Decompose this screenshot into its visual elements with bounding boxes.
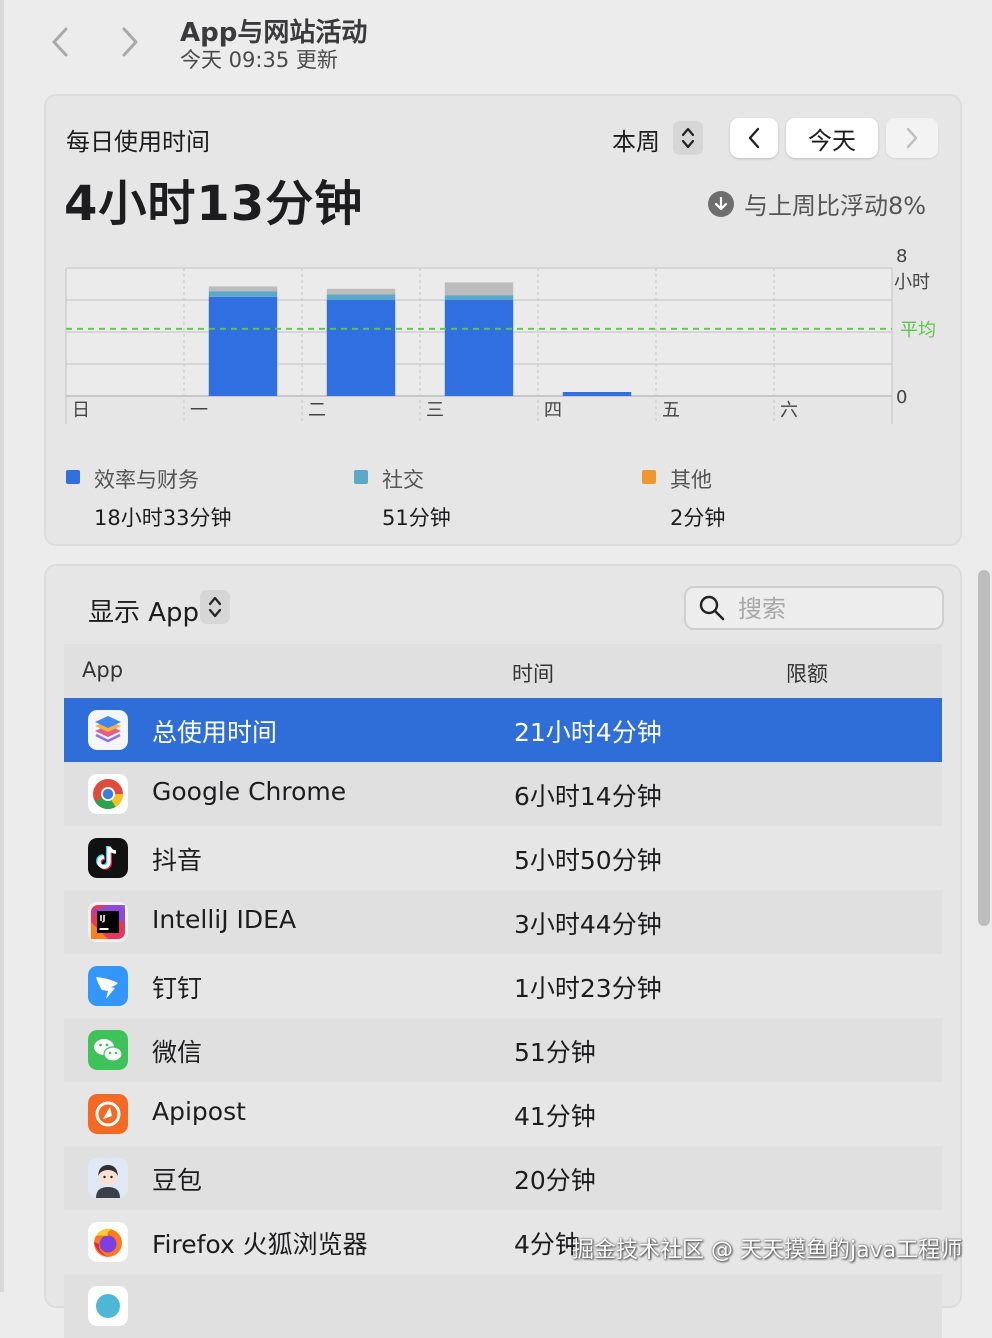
y-tick-label: 0 [896,387,907,408]
app-time: 3小时44分钟 [514,910,662,939]
app-time: 51分钟 [514,1038,596,1067]
bar-segment [444,300,514,396]
table-header: App 时间 限额 [64,644,942,698]
app-name: 微信 [152,1038,203,1067]
search-icon [699,595,725,621]
wechat-icon [88,1030,128,1070]
updated-time: 今天 09:35 更新 [180,48,338,72]
bar-segment [208,286,278,292]
bar-segment [326,294,396,300]
x-tick-label: 五 [662,400,680,421]
legend-swatch [66,470,80,484]
app-time: 1小时23分钟 [514,974,662,1003]
bar-segment [444,282,514,296]
scrollbar-thumb[interactable] [978,570,990,926]
table-row[interactable]: 总使用时间 21小时4分钟 [64,698,942,762]
back-button[interactable] [42,22,78,62]
table-row[interactable]: IJ IntelliJ IDEA 3小时44分钟 [64,890,942,954]
chevron-right-icon [122,27,138,57]
app-name: IntelliJ IDEA [152,905,297,934]
app-name: 钉钉 [152,974,203,1003]
app-time: 41分钟 [514,1102,596,1131]
x-tick-label: 一 [190,400,208,421]
bar-segment [208,296,278,396]
y-tick-label: 8 [896,246,907,267]
x-tick-label: 二 [308,400,326,421]
app-name: Apipost [152,1097,246,1126]
forward-button[interactable] [112,22,148,62]
bar-segment [326,300,396,396]
app-time: 5小时50分钟 [514,846,662,875]
legend-name: 其他 [670,468,712,492]
x-tick-label: 三 [426,400,444,421]
doubao-icon [88,1158,128,1198]
window-edge [0,0,4,1292]
daily-usage-card: 每日使用时间 4小时13分钟 本周 今天 与上周比浮动8% 平均 8 小时 0 日一二三… [44,94,962,546]
column-limit[interactable]: 限额 [786,658,828,688]
douyin-icon [88,838,128,878]
table-row[interactable]: 抖音 5小时50分钟 [64,826,942,890]
average-label: 平均 [900,320,936,341]
search-input[interactable] [736,592,935,626]
apps-card: 显示 App App 时间 限额 [44,564,962,1338]
watermark: 掘金技术社区 @ 天天摸鱼的java工程师 [572,1238,963,1263]
legend-name: 社交 [382,468,424,492]
search-field[interactable] [684,586,944,630]
app-name: 抖音 [152,846,203,875]
app-name: 总使用时间 [152,718,278,747]
column-time[interactable]: 时间 [512,658,554,688]
dingtalk-icon [88,966,128,1006]
x-tick-label: 四 [544,400,562,421]
show-app-select[interactable]: 显示 App [88,592,199,629]
bar-segment [444,295,514,300]
usage-bar-chart: 平均 8 小时 0 日 一 二 三 四 五 六 [65,246,936,424]
svg-text:IJ: IJ [100,914,106,923]
app-time: 4分钟 [514,1230,580,1259]
table-row[interactable]: 豆包 20分钟 [64,1146,942,1210]
table-row[interactable]: Google Chrome 6小时14分钟 [64,762,942,826]
table-row[interactable]: Apipost 41分钟 [64,1082,942,1146]
legend-value: 51分钟 [382,506,451,530]
table-row[interactable]: 微信 51分钟 [64,1018,942,1082]
legend-name: 效率与财务 [94,468,199,492]
updown-chevron-icon [208,596,222,618]
y-unit-label: 小时 [894,272,930,293]
table-row[interactable]: 钉钉 1小时23分钟 [64,954,942,1018]
app-name: 豆包 [152,1166,203,1195]
app-name: Google Chrome [152,777,347,806]
app-time: 20分钟 [514,1166,596,1195]
intellij-icon: IJ [88,902,128,942]
apipost-icon [88,1094,128,1134]
column-app[interactable]: App [82,658,123,682]
x-tick-label: 日 [72,400,90,421]
chrome-icon [88,774,128,814]
x-tick-label: 六 [780,400,798,421]
bar-segment [208,291,278,297]
bar-segment [562,392,632,396]
table-row-partial[interactable] [64,1274,942,1338]
app-name: Firefox 火狐浏览器 [152,1230,368,1259]
show-app-stepper[interactable] [200,590,230,624]
legend-value: 18小时33分钟 [94,506,232,530]
firefox-icon [88,1222,128,1262]
legend-swatch [642,470,656,484]
app-time: 6小时14分钟 [514,782,662,811]
chevron-left-icon [52,27,68,57]
app-time: 21小时4分钟 [514,718,662,747]
bar-segment [326,288,396,295]
legend-value: 2分钟 [670,506,726,530]
legend-swatch [354,470,368,484]
stack-icon [88,710,128,750]
app-icon [88,1286,128,1326]
